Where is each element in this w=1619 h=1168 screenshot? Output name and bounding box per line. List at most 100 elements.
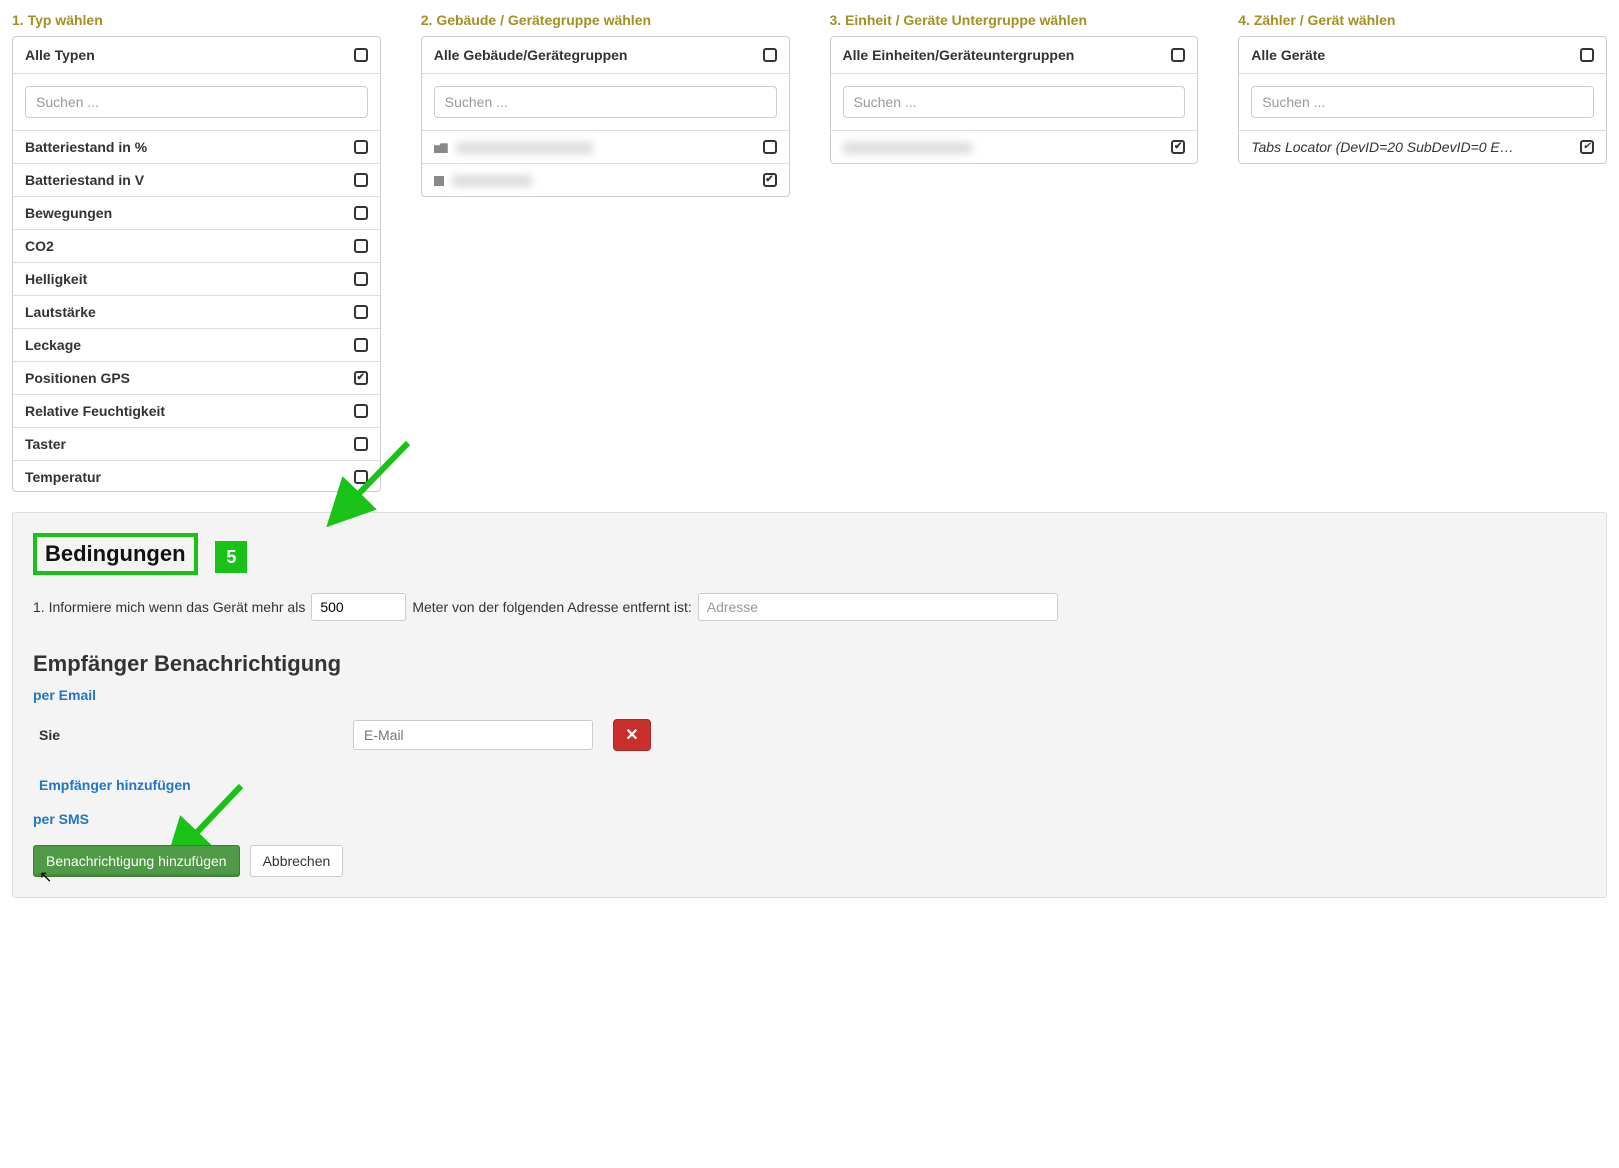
conditions-header-row: Bedingungen 5 (33, 533, 1586, 575)
conditions-title: Bedingungen (33, 533, 198, 575)
list-item[interactable]: Positionen GPS (13, 362, 380, 395)
list-item[interactable]: Helligkeit (13, 263, 380, 296)
search-input-unit[interactable] (843, 86, 1186, 118)
list-item[interactable]: Batteriestand in % (13, 131, 380, 164)
checkbox-icon[interactable] (354, 404, 368, 418)
checkbox-icon[interactable] (1171, 48, 1185, 62)
list-item[interactable]: Bewegungen (13, 197, 380, 230)
panel-unit-header-label: Alle Einheiten/Geräteuntergruppen (843, 47, 1075, 63)
list-item-label: Temperatur (25, 469, 101, 485)
list-item-label: Relative Feuchtigkeit (25, 403, 165, 419)
search-input-type[interactable] (25, 86, 368, 118)
panel-unit: Alle Einheiten/Geräteuntergruppen (830, 36, 1199, 164)
panel-building-search-wrap (422, 74, 789, 131)
panel-building-header[interactable]: Alle Gebäude/Gerätegruppen (422, 37, 789, 74)
checkbox-icon[interactable] (354, 437, 368, 451)
close-icon: ✕ (625, 725, 638, 745)
step-badge: 5 (215, 541, 247, 573)
panel-device-header[interactable]: Alle Geräte (1239, 37, 1606, 74)
address-input[interactable] (698, 593, 1058, 621)
rule-line: 1. Informiere mich wenn das Gerät mehr a… (33, 593, 1586, 621)
list-item-label: Bewegungen (25, 205, 112, 221)
rule-mid: Meter von der folgenden Adresse entfernt… (412, 599, 691, 615)
per-email-link[interactable]: per Email (33, 687, 96, 703)
panel-type-header[interactable]: Alle Typen (13, 37, 380, 74)
list-unit[interactable] (831, 131, 1198, 163)
checkbox-icon[interactable] (354, 371, 368, 385)
panel-unit-header[interactable]: Alle Einheiten/Geräteuntergruppen (831, 37, 1198, 74)
list-item-label: Taster (25, 436, 66, 452)
list-item[interactable]: CO2 (13, 230, 380, 263)
checkbox-icon[interactable] (354, 173, 368, 187)
list-item-label: Helligkeit (25, 271, 87, 287)
recipient-you-label: Sie (33, 727, 343, 743)
panel-building: Alle Gebäude/Gerätegruppen (421, 36, 790, 197)
checkbox-icon[interactable] (354, 305, 368, 319)
add-recipient-link[interactable]: Empfänger hinzufügen (39, 777, 191, 793)
checkbox-icon[interactable] (1171, 140, 1185, 154)
list-item[interactable] (831, 131, 1198, 163)
list-item-label: Lautstärke (25, 304, 96, 320)
list-item[interactable]: Temperatur (13, 461, 380, 491)
search-input-building[interactable] (434, 86, 777, 118)
list-item-label: Batteriestand in V (25, 172, 144, 188)
list-building[interactable] (422, 131, 789, 196)
email-input[interactable] (353, 720, 593, 750)
per-sms-link[interactable]: per SMS (33, 811, 89, 827)
panel-device-search-wrap (1239, 74, 1606, 131)
checkbox-icon[interactable] (763, 48, 777, 62)
col-building-title: 2. Gebäude / Gerätegruppe wählen (421, 12, 790, 28)
col-unit: 3. Einheit / Geräte Untergruppe wählen A… (830, 12, 1199, 492)
panel-type: Alle Typen Batteriestand in %Batteriesta… (12, 36, 381, 492)
panel-device-header-label: Alle Geräte (1251, 47, 1325, 63)
selector-columns: 1. Typ wählen Alle Typen Batteriestand i… (12, 12, 1607, 492)
add-notification-button[interactable]: Benachrichtigung hinzufügen (33, 845, 240, 877)
action-row: Benachrichtigung hinzufügen Abbrechen ↖ (33, 845, 1586, 877)
col-device-title: 4. Zähler / Gerät wählen (1238, 12, 1607, 28)
list-item[interactable]: Relative Feuchtigkeit (13, 395, 380, 428)
checkbox-icon[interactable] (354, 48, 368, 62)
list-device[interactable]: Tabs Locator (DevID=20 SubDevID=0 E… (1239, 131, 1606, 163)
checkbox-icon[interactable] (354, 470, 368, 484)
list-item-label: Positionen GPS (25, 370, 130, 386)
recipients-title: Empfänger Benachrichtigung (33, 651, 1586, 677)
list-item-label: CO2 (25, 238, 54, 254)
cancel-button[interactable]: Abbrechen (250, 845, 344, 877)
checkbox-icon[interactable] (1580, 140, 1594, 154)
list-item-label (434, 172, 532, 188)
checkbox-icon[interactable] (763, 173, 777, 187)
delete-recipient-button[interactable]: ✕ (613, 719, 651, 751)
checkbox-icon[interactable] (1580, 48, 1594, 62)
list-item[interactable]: Batteriestand in V (13, 164, 380, 197)
checkbox-icon[interactable] (354, 206, 368, 220)
panel-building-header-label: Alle Gebäude/Gerätegruppen (434, 47, 628, 63)
list-item-label (434, 139, 593, 155)
col-type-title: 1. Typ wählen (12, 12, 381, 28)
rule-prefix: 1. Informiere mich wenn das Gerät mehr a… (33, 599, 305, 615)
panel-type-header-label: Alle Typen (25, 47, 95, 63)
search-input-device[interactable] (1251, 86, 1594, 118)
list-item[interactable]: Taster (13, 428, 380, 461)
list-item-label: Tabs Locator (DevID=20 SubDevID=0 E… (1251, 139, 1514, 155)
panel-unit-search-wrap (831, 74, 1198, 131)
checkbox-icon[interactable] (354, 272, 368, 286)
col-building: 2. Gebäude / Gerätegruppe wählen Alle Ge… (421, 12, 790, 492)
list-type[interactable]: Batteriestand in % Batteriestand in V Bewe… (13, 131, 380, 491)
list-item[interactable]: Leckage (13, 329, 380, 362)
checkbox-icon[interactable] (354, 338, 368, 352)
list-item[interactable]: Lautstärke (13, 296, 380, 329)
device-icon (434, 176, 444, 186)
list-item[interactable] (422, 164, 789, 196)
folder-icon (434, 143, 448, 153)
distance-input[interactable] (311, 593, 406, 621)
list-item-label: Batteriestand in % (25, 139, 147, 155)
list-item[interactable]: Tabs Locator (DevID=20 SubDevID=0 E… (1239, 131, 1606, 163)
checkbox-icon[interactable] (763, 140, 777, 154)
checkbox-icon[interactable] (354, 140, 368, 154)
list-item-label (843, 139, 973, 155)
checkbox-icon[interactable] (354, 239, 368, 253)
conditions-section: Bedingungen 5 1. Informiere mich wenn da… (12, 512, 1607, 898)
list-item[interactable] (422, 131, 789, 164)
panel-device: Alle Geräte Tabs Locator (DevID=20 SubDe… (1238, 36, 1607, 164)
col-unit-title: 3. Einheit / Geräte Untergruppe wählen (830, 12, 1199, 28)
